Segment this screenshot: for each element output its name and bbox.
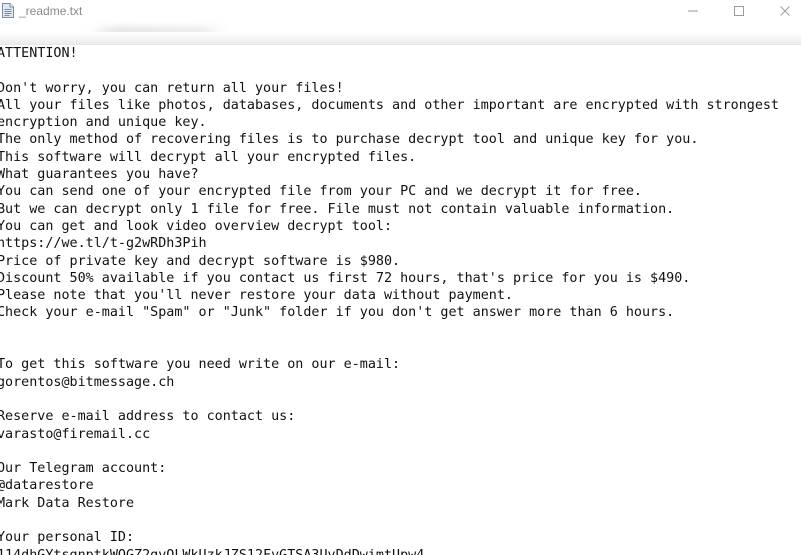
text-editor[interactable]: ATTENTION! Don't worry, you can return a… [0,44,801,555]
text-line [0,322,779,339]
text-file-icon [2,3,14,18]
text-line: 114dhGYtsgnptkWOGZ2gvOLWkUzkJZS12FvGTSA3… [0,547,779,555]
text-line: All your files like photos, databases, d… [0,97,779,113]
minimize-button[interactable] [670,0,716,24]
document-text[interactable]: ATTENTION! Don't worry, you can return a… [0,45,779,555]
text-line: Price of private key and decrypt softwar… [0,253,401,269]
vertical-scrollbar[interactable] [795,45,801,555]
text-line: gorentos@bitmessage.ch [0,374,175,390]
text-line [0,339,779,356]
text-line [0,512,779,529]
text-line [0,391,779,408]
minimize-icon [688,10,698,12]
maximize-icon [734,6,744,16]
text-line: varasto@firemail.cc [0,426,151,442]
text-line: Our Telegram account: [0,461,167,477]
text-line: https://we.tl/t-g2wRDh3Pih [0,236,207,252]
text-line: Your personal ID: [0,530,135,546]
text-line: Discount 50% available if you contact us… [0,270,691,286]
text-line: Check your e-mail "Spam" or "Junk" folde… [0,305,675,321]
text-line: What guarantees you have? [0,167,199,183]
text-line: ATTENTION! [0,46,78,61]
text-line: @datarestore [0,478,94,494]
text-line: Reserve e-mail address to contact us: [0,409,296,425]
text-line: To get this software you need write on o… [0,357,401,373]
text-line: Please note that you'll never restore yo… [0,288,513,304]
text-line: The only method of recovering files is t… [0,132,699,148]
menu-bar [0,32,801,44]
text-line: But we can decrypt only 1 file for free.… [0,201,675,217]
text-line: You can get and look video overview decr… [0,218,393,234]
notepad-window: _readme.txt ATTENTION! Don't worry, you … [0,0,801,555]
text-line [0,62,779,79]
maximize-button[interactable] [716,0,762,24]
text-line: You can send one of your encrypted file … [0,184,642,200]
close-button[interactable] [762,0,801,24]
title-bar[interactable]: _readme.txt [0,0,801,38]
text-line: Mark Data Restore [0,495,135,511]
text-line: Don't worry, you can return all your fil… [0,80,344,96]
close-icon [780,6,790,16]
text-line: encryption and unique key. [0,115,207,131]
text-line: This software will decrypt all your encr… [0,149,417,165]
window-title: _readme.txt [19,4,83,18]
text-line [0,443,779,460]
